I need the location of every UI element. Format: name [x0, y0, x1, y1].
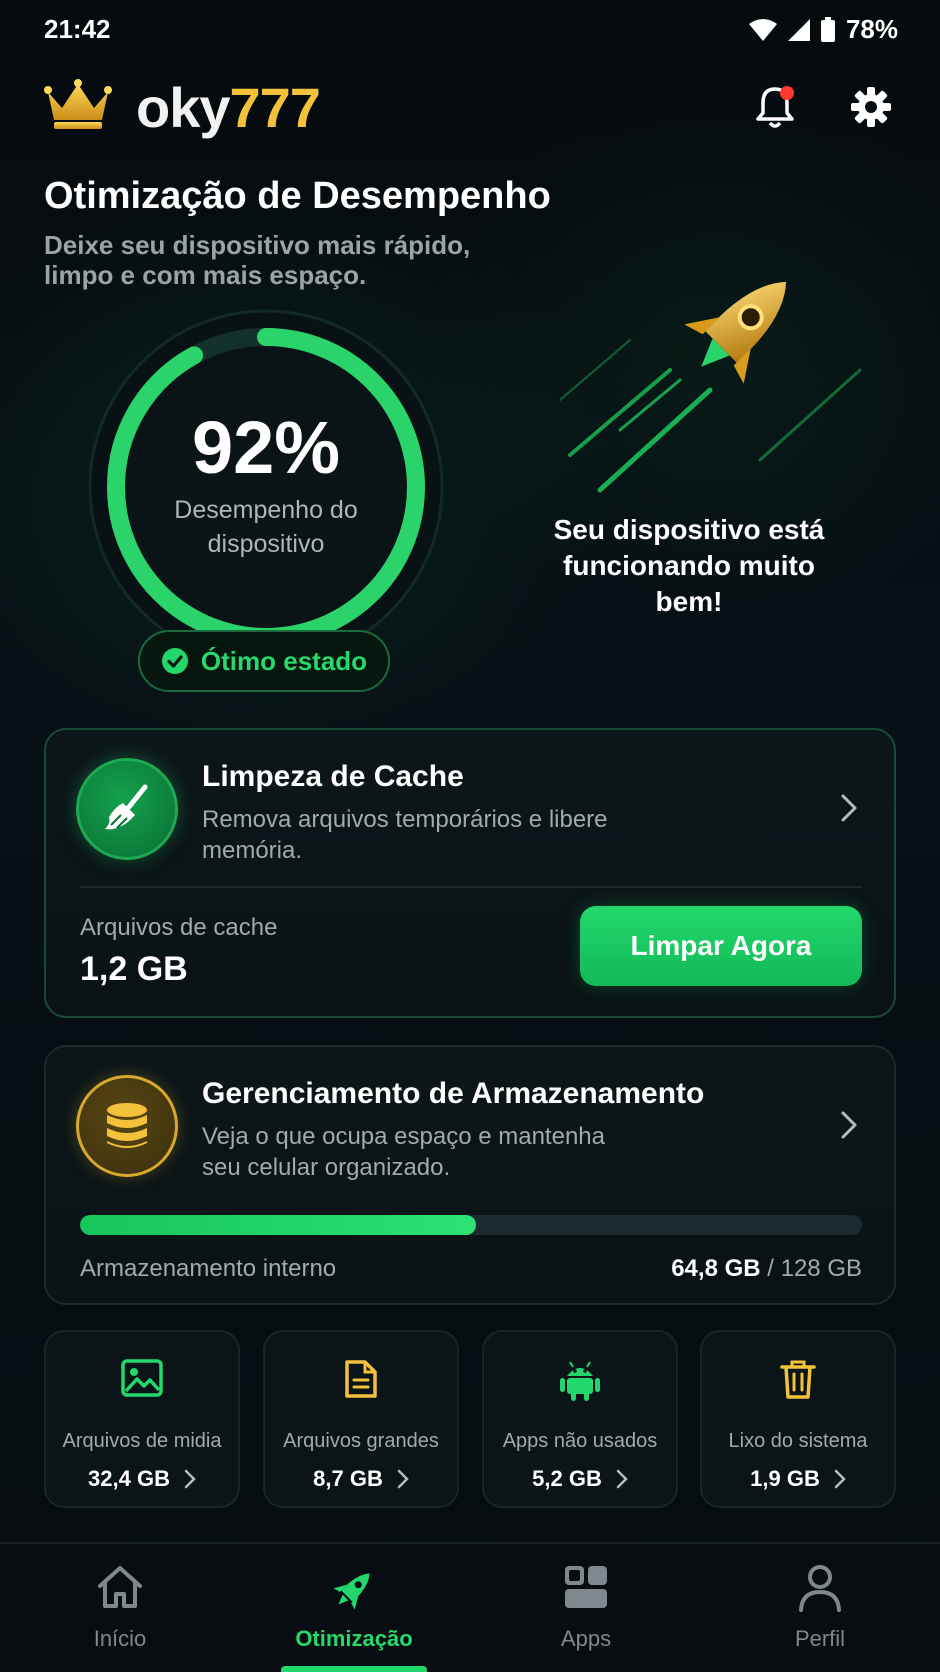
chevron-right-icon [834, 1469, 846, 1489]
broom-icon [105, 784, 148, 830]
tile-value: 8,7 GB [313, 1466, 383, 1491]
tile-label: Arquivos grandes [283, 1430, 439, 1452]
rocket-icon [333, 1573, 370, 1610]
gauge-center: 92% Desempenho do dispositivo [84, 305, 448, 669]
battery-percent: 78% [845, 14, 898, 44]
broom-icon-badge [76, 758, 178, 860]
cache-files-value: 1,2 GB [80, 950, 188, 988]
storage-amount: 64,8 GB / 128 GB [671, 1255, 862, 1282]
storage-label: Armazenamento interno [80, 1255, 337, 1282]
active-tab-indicator [281, 1666, 427, 1672]
card-divider [80, 886, 862, 888]
storage-used: 64,8 GB [671, 1255, 761, 1282]
nav-item-profile[interactable]: Perfil [720, 1544, 920, 1672]
nav-label: Início [93, 1626, 147, 1651]
status-bar: 21:42 78% [0, 0, 940, 60]
nav-item-apps[interactable]: Apps [486, 1544, 686, 1672]
status-icons: 78% [748, 14, 898, 45]
nav-label: Otimização [295, 1626, 413, 1651]
bottom-navigation: Início Otimização Apps Perfil [0, 1542, 940, 1672]
chevron-right-icon [397, 1469, 409, 1489]
status-time: 21:42 [44, 14, 111, 44]
device-status-message: Seu dispositivo está funcionando muito b… [553, 514, 825, 617]
tile-large-files[interactable]: Arquivos grandes 8,7 GB [263, 1330, 459, 1508]
chevron-right-icon[interactable] [834, 1105, 864, 1145]
nav-item-home[interactable]: Início [20, 1544, 220, 1672]
chevron-right-icon[interactable] [834, 788, 864, 828]
tile-value: 1,9 GB [750, 1466, 820, 1491]
app-logo: oky777 [136, 76, 321, 140]
tile-value: 32,4 GB [88, 1466, 170, 1491]
page-title: Otimização de Desempenho [44, 175, 551, 217]
database-icon-badge [76, 1075, 178, 1177]
storage-category-tiles: Arquivos de midia 32,4 GB Arquivos grand… [44, 1330, 896, 1508]
cache-cleaning-card[interactable]: Limpeza de Cache Remova arquivos temporá… [44, 728, 896, 1018]
tile-system-trash[interactable]: Lixo do sistema 1,9 GB [700, 1330, 896, 1508]
cache-card-description: Remova arquivos temporários e libere mem… [202, 806, 608, 864]
storage-progress-bar [80, 1215, 862, 1235]
apps-icon [565, 1566, 607, 1608]
person-icon [799, 1565, 841, 1612]
document-icon [345, 1360, 377, 1398]
tile-label: Lixo do sistema [728, 1430, 868, 1452]
tile-unused-apps[interactable]: Apps não usados 5,2 GB [482, 1330, 678, 1508]
page-subtitle: Deixe seu dispositivo mais rápido, limpo… [44, 230, 471, 290]
gear-icon [851, 87, 891, 127]
storage-card-description: Veja o que ocupa espaço e mantenha seu c… [202, 1123, 605, 1181]
chevron-right-icon [184, 1469, 196, 1489]
battery-icon [820, 16, 835, 42]
nav-label: Apps [560, 1626, 612, 1651]
signal-icon [787, 18, 810, 41]
storage-management-card[interactable]: Gerenciamento de Armazenamento Veja o qu… [44, 1045, 896, 1305]
cache-card-title: Limpeza de Cache [202, 760, 464, 793]
chevron-right-icon [616, 1469, 628, 1489]
nav-item-optimization[interactable]: Otimização [254, 1544, 454, 1672]
cache-files-label: Arquivos de cache [80, 914, 278, 941]
settings-button[interactable] [844, 80, 898, 134]
status-badge-text: Ótimo estado [200, 645, 368, 676]
home-icon [98, 1566, 142, 1608]
storage-card-title: Gerenciamento de Armazenamento [202, 1077, 705, 1110]
status-badge: Ótimo estado [138, 630, 390, 692]
trash-icon [780, 1360, 816, 1399]
database-icon [107, 1103, 147, 1148]
notification-dot [780, 86, 794, 100]
app-header: oky777 [44, 72, 896, 142]
logo-text-white: oky [136, 76, 230, 139]
logo-text-gold: 777 [229, 76, 321, 139]
tile-value: 5,2 GB [532, 1466, 602, 1491]
tile-media-files[interactable]: Arquivos de midia 32,4 GB [44, 1330, 240, 1508]
performance-value: 92% [191, 406, 341, 489]
image-icon [121, 1359, 163, 1397]
check-circle-icon [161, 648, 188, 674]
storage-progress-fill [80, 1215, 476, 1235]
tile-label: Apps não usados [502, 1430, 658, 1452]
storage-total: 128 GB [780, 1255, 862, 1282]
performance-label: Desempenho do dispositivo [174, 496, 358, 558]
wifi-icon [748, 18, 777, 41]
clean-now-button[interactable]: Limpar Agora [580, 906, 862, 986]
nav-label: Perfil [794, 1626, 846, 1651]
crown-icon [44, 79, 112, 129]
android-icon [560, 1361, 600, 1401]
tile-label: Arquivos de midia [62, 1430, 222, 1452]
rocket-illustration [560, 281, 862, 493]
notifications-button[interactable] [748, 80, 802, 134]
